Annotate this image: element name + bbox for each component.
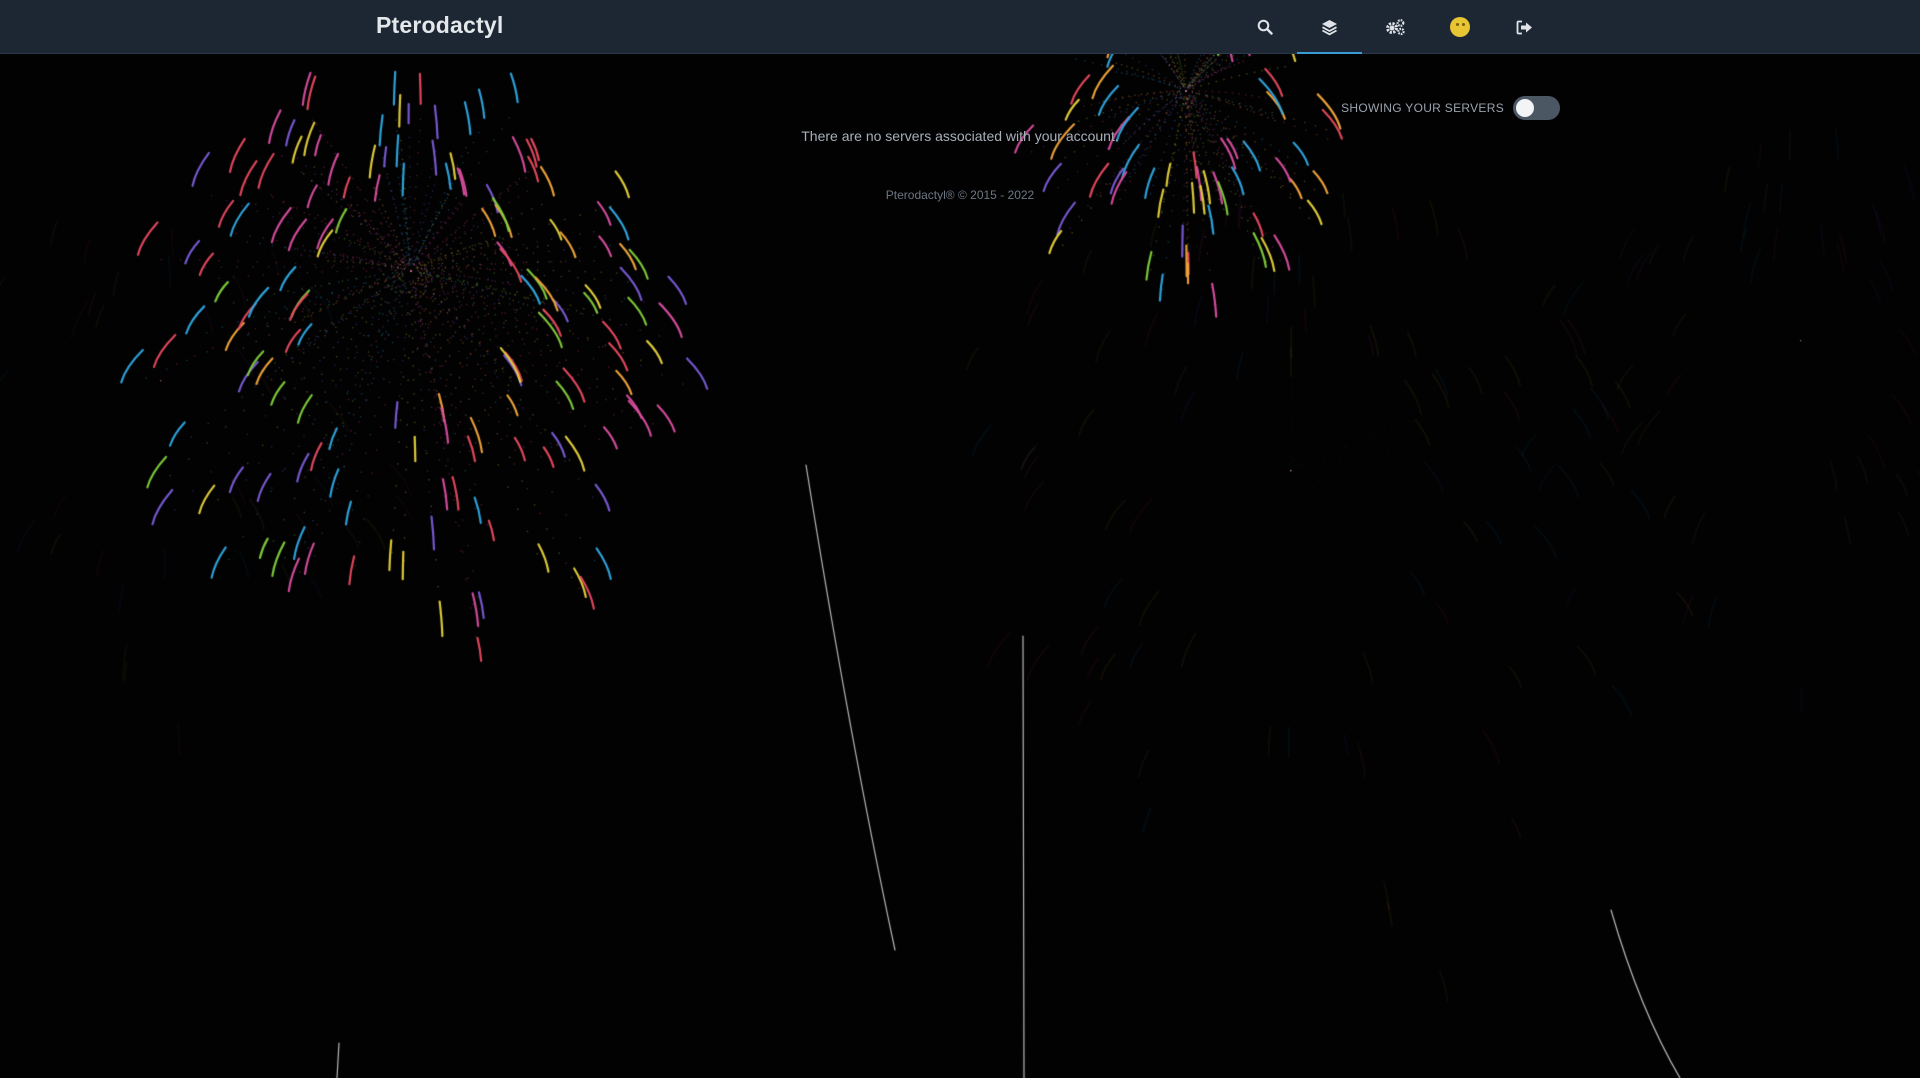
toggle-label: SHOWING YOUR SERVERS xyxy=(1341,101,1504,115)
empty-servers-message: There are no servers associated with you… xyxy=(801,128,1119,144)
server-filter: SHOWING YOUR SERVERS xyxy=(1341,96,1560,120)
search-icon xyxy=(1257,19,1273,35)
sign-out-icon xyxy=(1516,20,1533,35)
admin-nav-button[interactable] xyxy=(1362,0,1427,54)
cogs-icon xyxy=(1384,18,1406,36)
avatar-icon xyxy=(1449,17,1470,37)
servers-nav-button[interactable] xyxy=(1297,0,1362,54)
show-all-servers-toggle[interactable] xyxy=(1513,96,1560,120)
footer-copyright: Pterodactyl® © 2015 - 2022 xyxy=(885,188,1035,202)
brand-title[interactable]: Pterodactyl xyxy=(376,12,503,39)
account-nav-button[interactable] xyxy=(1427,0,1492,54)
search-button[interactable] xyxy=(1232,0,1297,54)
top-navbar: Pterodactyl xyxy=(0,0,1920,54)
logout-button[interactable] xyxy=(1492,0,1557,54)
dashboard-page: Pterodactyl SHOWING YOUR SERVERS There a… xyxy=(0,0,1920,1078)
main-content: SHOWING YOUR SERVERS There are no server… xyxy=(0,0,1920,1078)
layers-icon xyxy=(1321,19,1338,36)
nav-icons xyxy=(1232,0,1557,54)
toggle-knob xyxy=(1516,99,1534,117)
